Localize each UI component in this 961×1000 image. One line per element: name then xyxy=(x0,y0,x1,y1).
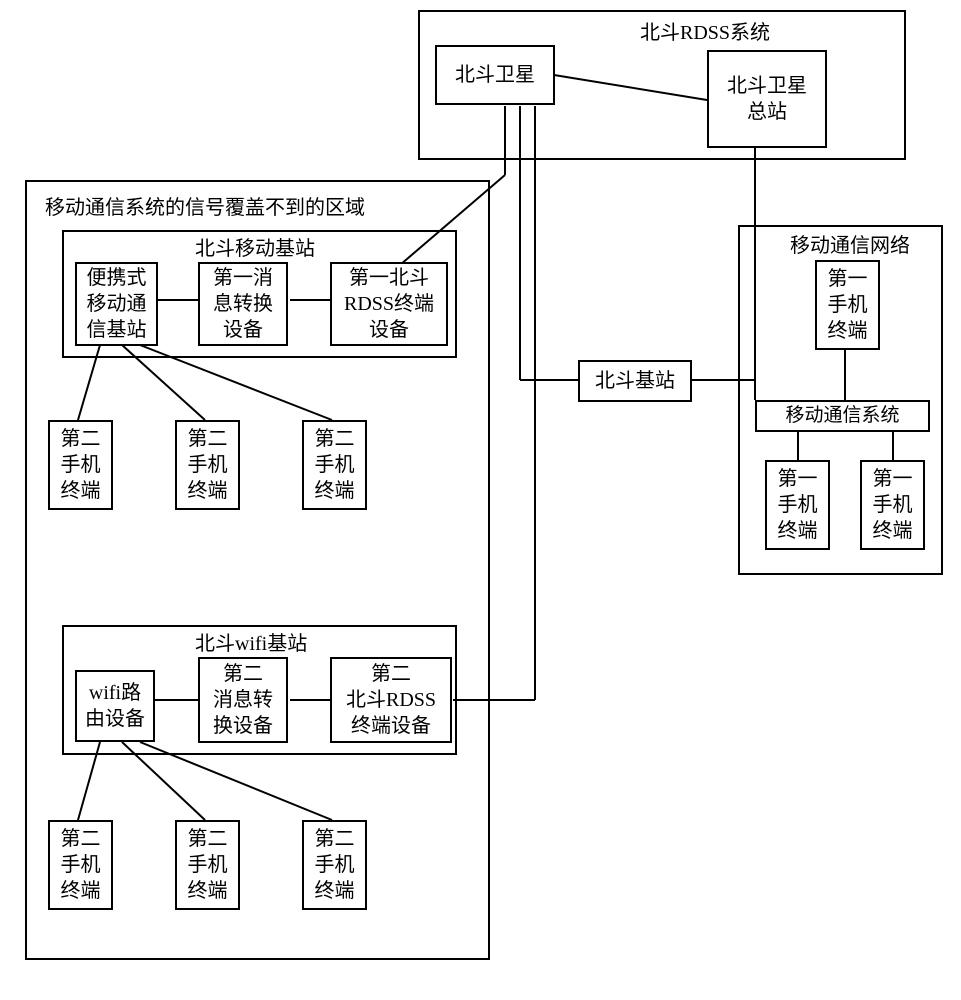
second-phone-label: 第二 手机 终端 xyxy=(188,426,228,504)
second-phone-box: 第二 手机 终端 xyxy=(302,820,367,910)
first-phone-box: 第一 手机 终端 xyxy=(765,460,830,550)
first-phone-label: 第一 手机 终端 xyxy=(778,466,818,544)
wifi-base-title: 北斗wifi基站 xyxy=(195,631,307,657)
second-msg-converter-box: 第二 消息转 换设备 xyxy=(198,657,288,743)
mobile-system-box: 移动通信系统 xyxy=(755,400,930,432)
second-msg-converter-label: 第二 消息转 换设备 xyxy=(213,661,273,739)
beidou-master-station-label: 北斗卫星 总站 xyxy=(727,73,807,125)
first-phone-box: 第一 手机 终端 xyxy=(815,260,880,350)
wifi-router-box: wifi路 由设备 xyxy=(75,670,155,742)
second-phone-label: 第二 手机 终端 xyxy=(315,826,355,904)
second-rdss-terminal-label: 第二 北斗RDSS 终端设备 xyxy=(346,661,436,739)
second-phone-label: 第二 手机 终端 xyxy=(61,826,101,904)
portable-station-box: 便携式 移动通 信基站 xyxy=(75,262,158,346)
first-msg-converter-label: 第一消 息转换 设备 xyxy=(213,265,273,343)
first-phone-label: 第一 手机 终端 xyxy=(873,466,913,544)
second-phone-box: 第二 手机 终端 xyxy=(48,820,113,910)
first-rdss-terminal-box: 第一北斗 RDSS终端 设备 xyxy=(330,262,448,346)
first-phone-label: 第一 手机 终端 xyxy=(828,266,868,344)
second-phone-label: 第二 手机 终端 xyxy=(315,426,355,504)
portable-station-label: 便携式 移动通 信基站 xyxy=(87,265,147,343)
first-phone-box: 第一 手机 终端 xyxy=(860,460,925,550)
no-coverage-title: 移动通信系统的信号覆盖不到的区域 xyxy=(45,195,365,221)
mobile-base-title: 北斗移动基站 xyxy=(195,236,315,262)
second-phone-box: 第二 手机 终端 xyxy=(175,820,240,910)
beidou-master-station-box: 北斗卫星 总站 xyxy=(707,50,827,148)
second-phone-label: 第二 手机 终端 xyxy=(61,426,101,504)
second-phone-label: 第二 手机 终端 xyxy=(188,826,228,904)
beidou-satellite-box: 北斗卫星 xyxy=(435,45,555,105)
first-rdss-terminal-label: 第一北斗 RDSS终端 设备 xyxy=(344,265,434,343)
mobile-network-title: 移动通信网络 xyxy=(790,233,910,259)
second-phone-box: 第二 手机 终端 xyxy=(48,420,113,510)
first-msg-converter-box: 第一消 息转换 设备 xyxy=(198,262,288,346)
rdss-system-title: 北斗RDSS系统 xyxy=(640,20,770,46)
wifi-router-label: wifi路 由设备 xyxy=(85,680,145,732)
second-rdss-terminal-box: 第二 北斗RDSS 终端设备 xyxy=(330,657,452,743)
beidou-base-box: 北斗基站 xyxy=(578,360,692,402)
second-phone-box: 第二 手机 终端 xyxy=(302,420,367,510)
second-phone-box: 第二 手机 终端 xyxy=(175,420,240,510)
